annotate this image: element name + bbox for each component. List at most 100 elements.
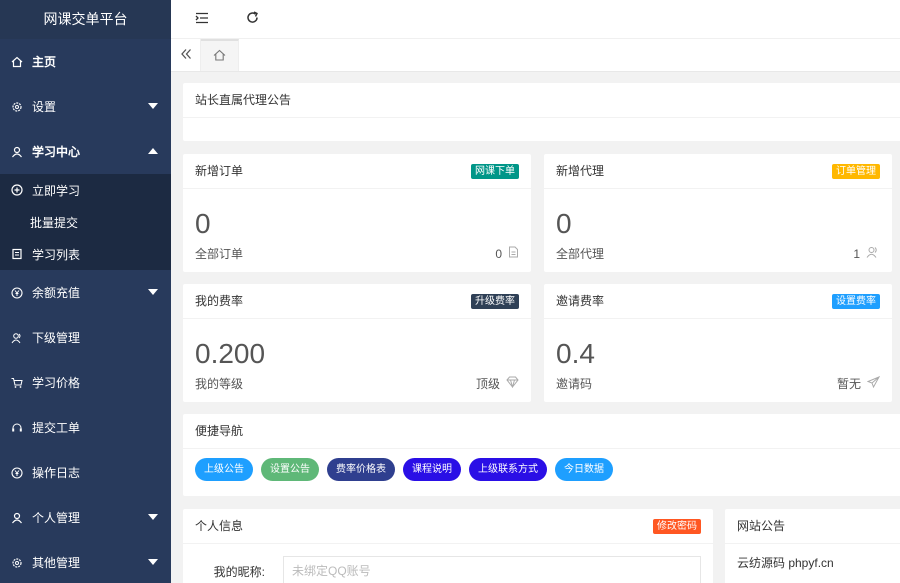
site-notice-card: 网站公告 云纺源码 phpyf.cn	[725, 509, 900, 583]
users-icon	[866, 246, 880, 261]
rate-price-table-button[interactable]: 费率价格表	[327, 458, 395, 481]
orders-value: 0	[195, 208, 211, 239]
document-icon	[508, 246, 519, 261]
sidebar-item-study-price[interactable]: 学习价格	[0, 360, 171, 405]
change-password-badge[interactable]: 修改密码	[653, 519, 701, 534]
order-manage-badge[interactable]: 订单管理	[832, 164, 880, 179]
invite-foot-label: 邀请码	[556, 377, 593, 391]
headset-icon	[10, 421, 24, 435]
sidebar-item-submit-ticket[interactable]: 提交工单	[0, 405, 171, 450]
announce-card: 站长直属代理公告	[183, 83, 900, 141]
orders-title-text: 新增订单	[195, 164, 244, 178]
chevron-down-icon	[148, 103, 158, 109]
chevron-down-icon	[148, 514, 158, 520]
upgrade-rate-badge[interactable]: 升级费率	[471, 294, 519, 309]
sidebar-item-subordinates[interactable]: 下级管理	[0, 315, 171, 360]
sidebar: 网课交单平台 主页 设置 学习中心 立即学习 批量提交 学习列表 余额充值 下级…	[0, 0, 171, 583]
agents-title-text: 新增代理	[556, 164, 605, 178]
sidebar-item-study-center[interactable]: 学习中心	[0, 129, 171, 174]
nickname-row: 我的昵称:	[183, 544, 713, 583]
profile-title-text: 个人信息	[195, 519, 244, 533]
sidebar-item-label: 设置	[32, 100, 57, 114]
sidebar-item-label: 立即学习	[32, 183, 81, 198]
course-info-button[interactable]: 课程说明	[403, 458, 461, 481]
user-icon	[10, 145, 24, 159]
main-content: 站长直属代理公告 新增订单 网课下单 0 全部订单 0 新增代理 订单管理 0 …	[171, 72, 900, 583]
cart-icon	[10, 376, 24, 390]
chevron-down-icon	[148, 289, 158, 295]
site-notice-title: 网站公告	[725, 509, 900, 544]
sidebar-item-label: 学习列表	[32, 247, 81, 262]
invite-title: 邀请费率 设置费率	[544, 284, 892, 319]
invite-title-text: 邀请费率	[556, 294, 605, 308]
invite-footer: 邀请码 暂无	[544, 375, 892, 392]
orders-card: 新增订单 网课下单 0 全部订单 0	[183, 154, 531, 272]
send-icon	[866, 376, 881, 391]
rate-title: 我的费率 升级费率	[183, 284, 531, 319]
refresh-button[interactable]	[231, 0, 273, 39]
agents-total-value: 1	[853, 246, 860, 261]
orders-footer: 全部订单 0	[183, 245, 531, 262]
sidebar-item-label: 操作日志	[32, 466, 81, 480]
users-icon	[10, 331, 24, 345]
plus-circle-icon	[10, 183, 24, 197]
orders-title: 新增订单 网课下单	[183, 154, 531, 189]
tab-home[interactable]	[201, 39, 239, 71]
home-icon	[10, 55, 24, 69]
list-icon	[10, 247, 24, 261]
agents-card: 新增代理 订单管理 0 全部代理 1	[544, 154, 892, 272]
orders-foot-label: 全部订单	[195, 247, 244, 261]
sidebar-item-home[interactable]: 主页	[0, 39, 171, 84]
sidebar-item-operation-log[interactable]: 操作日志	[0, 450, 171, 495]
superior-contact-button[interactable]: 上级联系方式	[469, 458, 547, 481]
invite-value: 0.4	[556, 338, 595, 369]
set-rate-badge[interactable]: 设置费率	[832, 294, 880, 309]
sidebar-item-study-list[interactable]: 学习列表	[0, 238, 171, 270]
agents-value: 0	[556, 208, 572, 239]
profile-title: 个人信息 修改密码	[183, 509, 713, 544]
top-header	[171, 0, 900, 39]
sidebar-item-other[interactable]: 其他管理	[0, 540, 171, 583]
user-icon	[10, 511, 24, 525]
study-submenu: 立即学习 批量提交 学习列表	[0, 174, 171, 270]
rate-card: 我的费率 升级费率 0.200 我的等级 顶级	[183, 284, 531, 402]
rate-footer: 我的等级 顶级	[183, 375, 531, 392]
rate-foot-label: 我的等级	[195, 377, 244, 391]
sidebar-item-label: 下级管理	[32, 331, 81, 345]
refresh-icon	[246, 11, 259, 27]
sidebar-item-batch-submit[interactable]: 批量提交	[0, 206, 171, 238]
order-now-badge[interactable]: 网课下单	[471, 164, 519, 179]
rate-level-value: 顶级	[475, 377, 500, 391]
sidebar-item-label: 其他管理	[32, 556, 81, 570]
tabs-scroll-left-button[interactable]	[171, 39, 201, 71]
sidebar-item-personal[interactable]: 个人管理	[0, 495, 171, 540]
nickname-input[interactable]	[283, 556, 701, 583]
sidebar-item-label: 学习中心	[32, 145, 81, 159]
diamond-icon	[506, 376, 519, 391]
agents-title: 新增代理 订单管理	[544, 154, 892, 189]
announce-title: 站长直属代理公告	[183, 83, 900, 118]
sidebar-item-recharge[interactable]: 余额充值	[0, 270, 171, 315]
yen-icon	[10, 286, 24, 300]
toggle-sidebar-button[interactable]	[181, 0, 223, 39]
sidebar-item-label: 个人管理	[32, 511, 81, 525]
agents-foot-label: 全部代理	[556, 247, 605, 261]
sidebar-item-settings[interactable]: 设置	[0, 84, 171, 129]
superior-notice-button[interactable]: 上级公告	[195, 458, 253, 481]
invite-card: 邀请费率 设置费率 0.4 邀请码 暂无	[544, 284, 892, 402]
sidebar-item-label: 批量提交	[30, 215, 79, 230]
quicknav-card: 便捷导航 上级公告 设置公告 费率价格表 课程说明 上级联系方式 今日数据	[183, 414, 900, 496]
chevron-down-icon	[148, 559, 158, 565]
yen-icon	[10, 466, 24, 480]
rate-title-text: 我的费率	[195, 294, 244, 308]
sidebar-item-label: 主页	[32, 55, 57, 69]
sidebar-item-label: 提交工单	[32, 421, 81, 435]
profile-card: 个人信息 修改密码 我的昵称:	[183, 509, 713, 583]
set-notice-button[interactable]: 设置公告	[261, 458, 319, 481]
sidebar-item-start-study[interactable]: 立即学习	[0, 174, 171, 206]
rate-value: 0.200	[195, 338, 266, 369]
gear-icon	[10, 556, 24, 570]
today-data-button[interactable]: 今日数据	[555, 458, 613, 481]
invite-code-value: 暂无	[836, 377, 861, 391]
site-notice-text: 云纺源码 phpyf.cn	[737, 556, 834, 570]
